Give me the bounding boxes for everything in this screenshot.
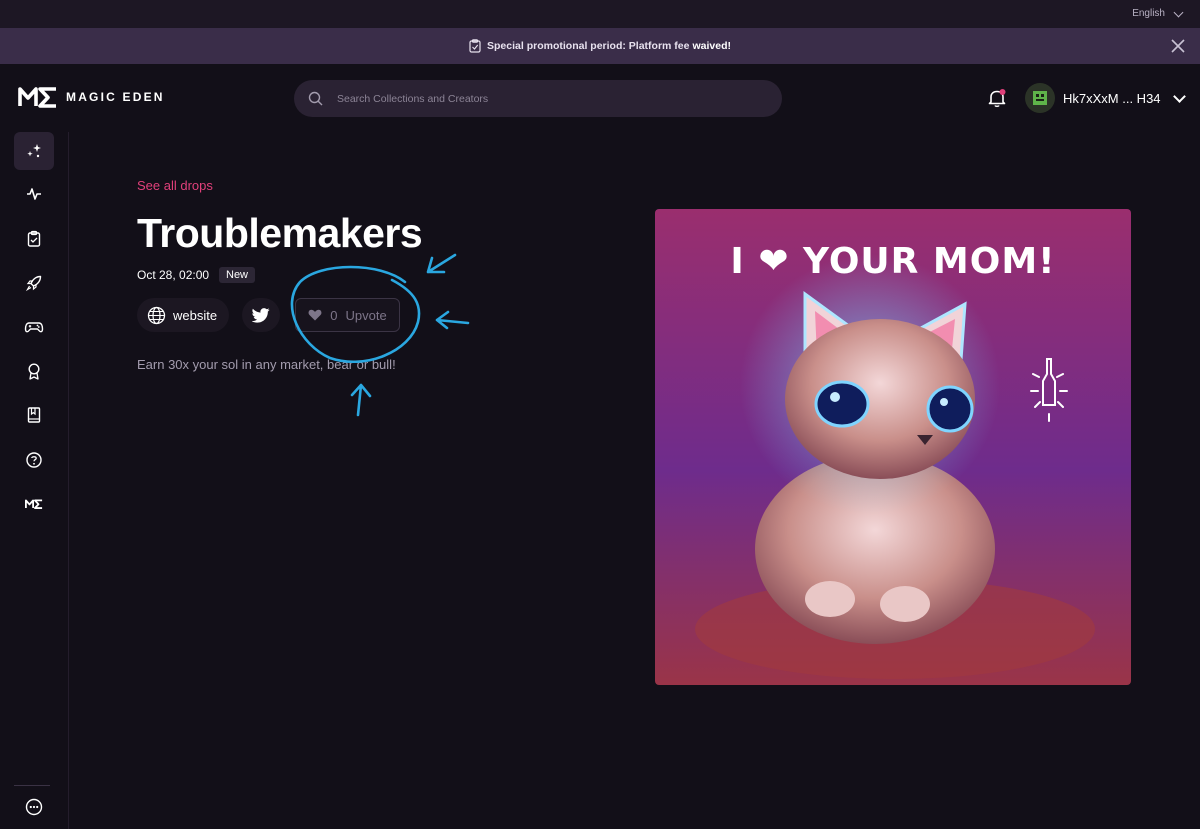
twitter-icon: [252, 307, 270, 323]
upvote-button[interactable]: 0 Upvote: [295, 298, 400, 332]
upvote-label: Upvote: [345, 307, 387, 323]
website-label: website: [173, 307, 218, 323]
logo[interactable]: MAGIC EDEN: [18, 86, 165, 108]
drop-description: Earn 30x your sol in any market, bear or…: [137, 357, 396, 372]
sidebar-item-rewards[interactable]: [14, 352, 54, 390]
sidebar-item-games[interactable]: [14, 308, 54, 346]
promo-text: Special promotional period: Platform fee: [487, 40, 690, 52]
close-icon[interactable]: [1170, 38, 1186, 54]
clipboard-icon: [27, 230, 41, 247]
award-icon: [28, 363, 40, 380]
search-bar[interactable]: [294, 80, 782, 117]
gamepad-icon: [24, 322, 44, 333]
website-button[interactable]: website: [137, 298, 230, 332]
book-icon: [27, 407, 41, 423]
see-all-drops-link[interactable]: See all drops: [137, 178, 213, 193]
chevron-down-icon: [1172, 89, 1186, 103]
upvote-count: 0: [330, 307, 338, 323]
logo-text: MAGIC EDEN: [66, 90, 165, 104]
globe-icon: [147, 306, 166, 324]
magic-eden-icon: [25, 499, 43, 509]
notification-bell-icon[interactable]: [987, 88, 1007, 108]
sidebar-item-clipboard[interactable]: [14, 220, 54, 258]
chevron-down-icon: [1173, 7, 1184, 17]
user-menu[interactable]: Hk7xXxM ... H34: [1025, 83, 1186, 113]
avatar: [1025, 83, 1055, 113]
magic-eden-logo-icon: [18, 87, 56, 108]
page-title: Troublemakers: [137, 210, 423, 256]
activity-icon: [27, 188, 41, 200]
sidebar-item-launchpad[interactable]: [14, 264, 54, 302]
sidebar-item-help[interactable]: [14, 441, 54, 479]
drop-image: I ❤ YOUR MOM!: [655, 209, 1131, 685]
sidebar-item-magic-eden[interactable]: [14, 485, 54, 523]
sidebar-item-learn[interactable]: [14, 396, 54, 434]
clipboard-icon: [469, 39, 481, 53]
sidebar-item-drops[interactable]: [14, 132, 54, 170]
sparkles-icon: [27, 144, 41, 158]
promo-emphasis: waived!: [692, 40, 731, 52]
annotation-arrow-right: [435, 310, 470, 330]
annotation-arrow-top: [426, 253, 457, 274]
sidebar: [0, 132, 69, 829]
language-label: English: [1132, 8, 1165, 19]
user-name: Hk7xXxM ... H34: [1063, 90, 1161, 106]
twitter-button[interactable]: [242, 298, 280, 332]
language-selector[interactable]: English: [1132, 7, 1184, 19]
drop-date: Oct 28, 02:00: [137, 268, 210, 282]
heart-icon: [308, 309, 322, 321]
sidebar-item-activity[interactable]: [14, 175, 54, 213]
drop-image-caption: I ❤ YOUR MOM!: [730, 241, 1055, 282]
search-icon: [308, 91, 323, 106]
sidebar-divider: [14, 785, 50, 786]
more-icon[interactable]: [24, 797, 44, 817]
language-strip: English: [0, 0, 1200, 28]
annotation-arrow-bottom: [350, 383, 372, 417]
promo-message: Special promotional period: Platform fee…: [0, 28, 1200, 64]
promo-banner: Special promotional period: Platform fee…: [0, 28, 1200, 64]
status-badge: New: [219, 267, 256, 283]
rocket-icon: [25, 275, 42, 292]
help-icon: [26, 452, 42, 468]
search-input[interactable]: [335, 91, 759, 106]
